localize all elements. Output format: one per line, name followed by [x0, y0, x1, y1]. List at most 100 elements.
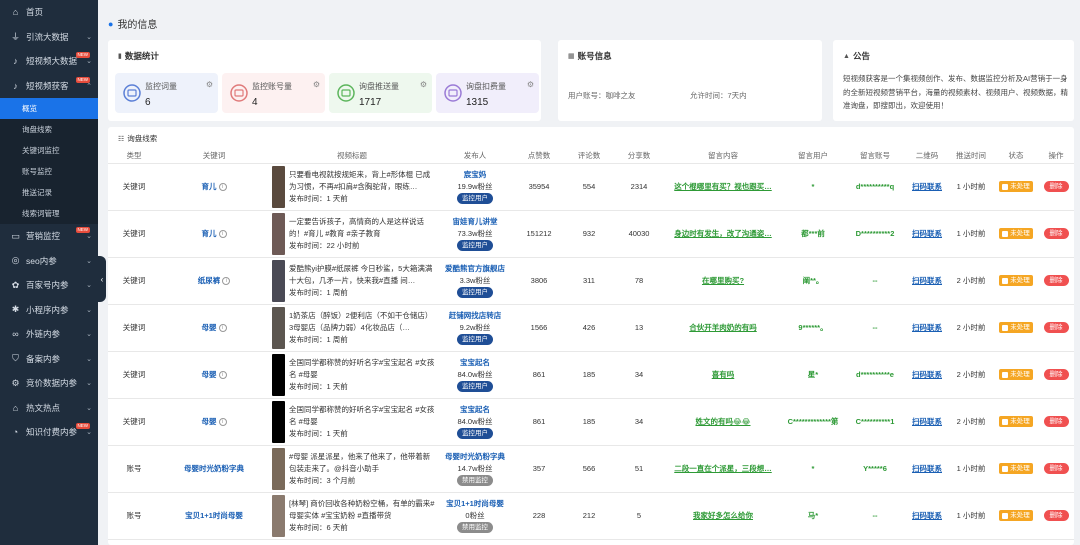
video-thumbnail[interactable]	[272, 447, 285, 490]
gear-icon[interactable]: ⚙	[527, 80, 534, 89]
comment-content[interactable]: 我家好多怎么给你	[664, 510, 782, 521]
delete-button[interactable]: 删除	[1043, 463, 1069, 474]
video-thumbnail[interactable]	[272, 494, 285, 537]
gear-icon[interactable]: ⚙	[206, 80, 213, 89]
monitor-pill[interactable]: 监控用户	[457, 334, 493, 345]
row-keyword[interactable]: 育儿	[202, 229, 217, 238]
row-keyword[interactable]: 母婴	[202, 370, 217, 379]
video-title[interactable]: 全国同学都称赞的好听名字#宝宝起名 #女孩名 #母婴	[289, 357, 436, 381]
qr-contact-link[interactable]: 扫码联系	[912, 276, 942, 285]
row-keyword[interactable]: 育儿	[202, 182, 217, 191]
publisher-name[interactable]: 赶铺网找店转店	[436, 310, 514, 322]
comment-content[interactable]: 在哪里购买?	[664, 275, 782, 286]
monitor-pill[interactable]: 监控用户	[457, 381, 493, 392]
qr-contact-link[interactable]: 扫码联系	[912, 182, 942, 191]
sidebar-subitem-2[interactable]: 关键词监控	[0, 140, 98, 161]
video-title[interactable]: 爱酷熊yi护膜#纸尿裤 今日秒鲨，5大箱满满十大包，几矛一片，快来我#直播 间…	[289, 263, 436, 287]
status-badge[interactable]: 未处理	[999, 322, 1033, 333]
monitor-pill[interactable]: 监控用户	[457, 287, 493, 298]
video-thumbnail[interactable]	[272, 400, 285, 443]
qr-contact-link[interactable]: 扫码联系	[912, 370, 942, 379]
video-thumbnail[interactable]	[272, 212, 285, 255]
status-badge[interactable]: 未处理	[999, 463, 1033, 474]
status-badge[interactable]: 未处理	[999, 369, 1033, 380]
qr-contact-link[interactable]: 扫码联系	[912, 229, 942, 238]
row-keyword[interactable]: 母婴	[202, 323, 217, 332]
status-badge[interactable]: 未处理	[999, 510, 1033, 521]
video-thumbnail[interactable]	[272, 353, 285, 396]
video-title[interactable]: 一定要告诉孩子，高情商的人是这样说话的！#育儿 #教育 #亲子教育	[289, 216, 436, 240]
delete-button[interactable]: 删除	[1043, 416, 1069, 427]
video-title[interactable]: 只要看电视就按规矩来，背上#形体棍 已成为习惯，不再#扣肩#含胸驼背，眼练…	[289, 169, 436, 193]
monitor-pill[interactable]: 监控用户	[457, 193, 493, 204]
video-thumbnail[interactable]	[272, 165, 285, 208]
publisher-name[interactable]: 宝宝起名	[436, 404, 514, 416]
sidebar-item-sidebar-items-1[interactable]: ⏚ 引流大数据 ⌄	[0, 25, 98, 50]
sidebar-item-sidebar-items-3[interactable]: ♪ 短视频获客 NEW ⌃	[0, 74, 98, 99]
video-title[interactable]: 1奶茶店（醉饭）2便利店（不如干仓储店）3母婴店（品牌力弱）4化妆品店（…	[289, 310, 436, 334]
sidebar-item-sidebar-items_after-5[interactable]: ⛉ 备案内参 ⌄	[0, 347, 98, 372]
status-badge[interactable]: 未处理	[999, 416, 1033, 427]
row-keyword[interactable]: 纸尿裤	[198, 276, 221, 285]
qr-contact-link[interactable]: 扫码联系	[912, 464, 942, 473]
delete-button[interactable]: 删除	[1043, 322, 1069, 333]
publisher-name[interactable]: 宸宝妈	[436, 169, 514, 181]
monitor-pill[interactable]: 监控用户	[457, 240, 493, 251]
qr-contact-link[interactable]: 扫码联系	[912, 417, 942, 426]
video-cell: 只要看电视就按规矩来，背上#形体棍 已成为习惯，不再#扣肩#含胸驼背，眼练… 发布…	[268, 165, 436, 208]
sidebar-subitem-4[interactable]: 推送记录	[0, 182, 98, 203]
comments-count: 212	[582, 511, 596, 520]
video-thumbnail[interactable]	[272, 259, 285, 302]
delete-button[interactable]: 删除	[1043, 369, 1069, 380]
sidebar-collapse-button[interactable]: ‹	[98, 256, 106, 302]
comment-content[interactable]: 身边时有发生，改了沟通姿…	[664, 228, 782, 239]
publisher-name[interactable]: 宙娃育儿讲堂	[436, 216, 514, 228]
publisher-name[interactable]: 宝宝起名	[436, 357, 514, 369]
monitor-pill[interactable]: 禁用监控	[457, 475, 493, 486]
sidebar-item-sidebar-items_after-6[interactable]: ⚙ 竞价数据内参 ⌄	[0, 371, 98, 396]
video-thumbnail[interactable]	[272, 306, 285, 349]
sidebar-subitem-5[interactable]: 线索词管理	[0, 203, 98, 224]
comment-content[interactable]: 二段一直在个派星，三段想…	[664, 463, 782, 474]
qr-contact-link[interactable]: 扫码联系	[912, 323, 942, 332]
sidebar-item-sidebar-items-2[interactable]: ♪ 短视频大数据 NEW ⌄	[0, 49, 98, 74]
publisher-name[interactable]: 爱酷熊官方旗舰店	[436, 263, 514, 275]
sidebar-item-sidebar-items_after-1[interactable]: ◎ seo内参 ⌄	[0, 249, 98, 274]
comment-content[interactable]: 喜有吗	[664, 369, 782, 380]
gear-icon[interactable]: ⚙	[313, 80, 320, 89]
sidebar-item-sidebar-items_after-7[interactable]: ⌂ 热文热点 ⌄	[0, 396, 98, 421]
delete-button[interactable]: 删除	[1043, 510, 1069, 521]
delete-button[interactable]: 删除	[1043, 181, 1069, 192]
comment-content[interactable]: 合伙开羊肉奶的有吗	[664, 322, 782, 333]
sidebar-item-sidebar-items-0[interactable]: ⌂ 首页	[0, 0, 98, 25]
video-title[interactable]: [林琴] 商价回收各种奶粉空桶，有单的霸来#母婴实体 #宝宝奶粉 #直播带货	[289, 498, 436, 522]
row-keyword[interactable]: 母婴	[202, 417, 217, 426]
comment-content[interactable]: 姓文的有吗😂😂	[664, 416, 782, 427]
sidebar-item-sidebar-items_after-8[interactable]: ◔ 知识付费内参 NEW ⌄	[0, 420, 98, 445]
sidebar-subitem-3[interactable]: 账号监控	[0, 161, 98, 182]
status-badge[interactable]: 未处理	[999, 275, 1033, 286]
row-keyword[interactable]: 母婴时光奶粉字典	[184, 464, 244, 473]
video-title[interactable]: 全国同学都称赞的好听名字#宝宝起名 #女孩名 #母婴	[289, 404, 436, 428]
sidebar-item-sidebar-items_after-0[interactable]: ▭ 营销监控 NEW ⌄	[0, 224, 98, 249]
sidebar-item-sidebar-items_after-2[interactable]: ✿ 百家号内参 ⌄	[0, 273, 98, 298]
likes-count: 1566	[530, 323, 548, 332]
qr-contact-link[interactable]: 扫码联系	[912, 511, 942, 520]
publisher-name[interactable]: 宝贝1+1时尚母婴	[436, 498, 514, 510]
monitor-pill[interactable]: 监控用户	[457, 428, 493, 439]
status-badge[interactable]: 未处理	[999, 228, 1033, 239]
delete-button[interactable]: 删除	[1043, 275, 1069, 286]
comment-content[interactable]: 这个棍哪里有买？视也跟买…	[664, 181, 782, 192]
gear-icon[interactable]: ⚙	[420, 80, 427, 89]
monitor-pill[interactable]: 禁用监控	[457, 522, 493, 533]
sidebar-item-sidebar-items_after-3[interactable]: ✱ 小程序内参 ⌄	[0, 298, 98, 323]
publisher-name[interactable]: 母婴时光奶粉字典	[436, 451, 514, 463]
sidebar-subitem-0[interactable]: 概览	[0, 98, 98, 119]
push-time: 2 小时前	[956, 276, 986, 285]
status-badge[interactable]: 未处理	[999, 181, 1033, 192]
sidebar-subitem-1[interactable]: 询盘线索	[0, 119, 98, 140]
sidebar-item-sidebar-items_after-4[interactable]: ∞ 外链内参 ⌄	[0, 322, 98, 347]
row-keyword[interactable]: 宝贝1+1时尚母婴	[185, 511, 243, 520]
delete-button[interactable]: 删除	[1043, 228, 1069, 239]
video-title[interactable]: #母婴 派星派星，他来了他来了，他带着新包装走来了。@抖音小助手	[289, 451, 436, 475]
